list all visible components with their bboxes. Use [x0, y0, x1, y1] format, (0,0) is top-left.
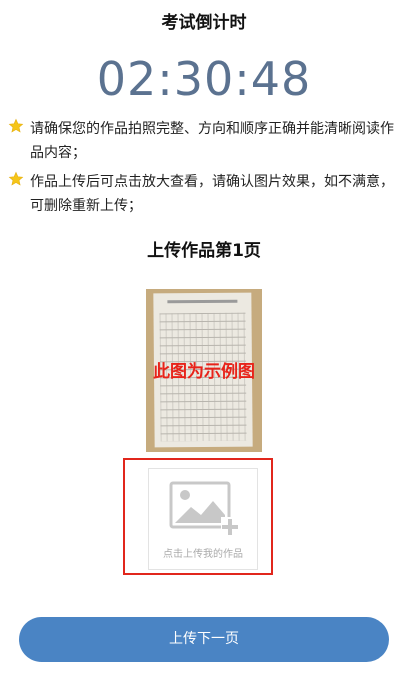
sample-watermark: 此图为示例图 [153, 362, 255, 382]
add-image-icon [169, 481, 239, 535]
upload-label: 点击上传我的作品 [163, 549, 243, 560]
page-title: 考试倒计时 [161, 13, 247, 33]
notice-text: 请确保您的作品拍照完整、方向和顺序正确并能清晰阅读作品内容； [30, 121, 394, 161]
notice-item: 作品上传后可点击放大查看，请确认图片效果，如不满意，可删除重新上传； [8, 170, 400, 218]
countdown-timer: 02:30:48 [96, 52, 312, 106]
star-icon [8, 171, 24, 186]
notice-text: 作品上传后可点击放大查看，请确认图片效果，如不满意，可删除重新上传； [30, 174, 394, 214]
sample-image[interactable]: 此图为示例图 [146, 289, 262, 452]
star-icon [8, 118, 24, 133]
sample-paper-heading [167, 299, 238, 304]
upload-section-title: 上传作品第1页 [147, 241, 261, 261]
upload-next-page-button[interactable]: 上传下一页 [19, 617, 389, 662]
upload-work-button[interactable]: 点击上传我的作品 [148, 468, 258, 570]
notice-item: 请确保您的作品拍照完整、方向和顺序正确并能清晰阅读作品内容； [8, 117, 400, 165]
